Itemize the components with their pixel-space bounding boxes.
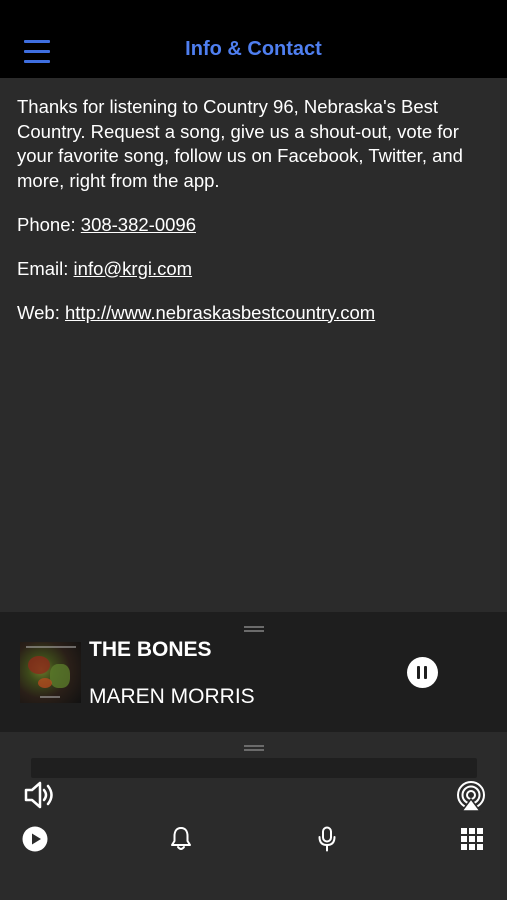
- grid-menu-icon[interactable]: [461, 828, 483, 850]
- app-header: Info & Contact: [0, 0, 507, 78]
- web-row: Web: http://www.nebraskasbestcountry.com: [17, 301, 495, 326]
- play-icon[interactable]: [22, 826, 48, 852]
- speaker-volume-icon[interactable]: [23, 780, 55, 810]
- progress-bar[interactable]: [31, 758, 477, 778]
- microphone-icon[interactable]: [317, 826, 337, 852]
- web-link[interactable]: http://www.nebraskasbestcountry.com: [65, 302, 375, 323]
- page-title: Info & Contact: [185, 38, 322, 60]
- drag-handle-icon[interactable]: [244, 745, 264, 751]
- bell-icon[interactable]: [170, 826, 192, 852]
- player-controls: [0, 732, 507, 900]
- intro-text: Thanks for listening to Country 96, Nebr…: [17, 96, 463, 191]
- email-row: Email: info@krgi.com: [17, 257, 495, 282]
- email-label: Email:: [17, 257, 69, 279]
- web-label: Web:: [17, 301, 60, 323]
- song-artist: MAREN MORRIS: [89, 685, 255, 708]
- drag-handle-icon[interactable]: [244, 626, 264, 632]
- airplay-icon[interactable]: [455, 780, 487, 812]
- email-link[interactable]: info@krgi.com: [74, 258, 193, 279]
- phone-link[interactable]: 308-382-0096: [81, 214, 196, 235]
- info-content: Thanks for listening to Country 96, Nebr…: [17, 95, 495, 345]
- album-art: [20, 642, 81, 703]
- phone-label: Phone:: [17, 213, 76, 235]
- phone-row: Phone: 308-382-0096: [17, 213, 495, 238]
- now-playing-panel[interactable]: THE BONES MAREN MORRIS: [0, 612, 507, 732]
- song-title: THE BONES: [89, 638, 212, 661]
- pause-icon[interactable]: [407, 657, 438, 688]
